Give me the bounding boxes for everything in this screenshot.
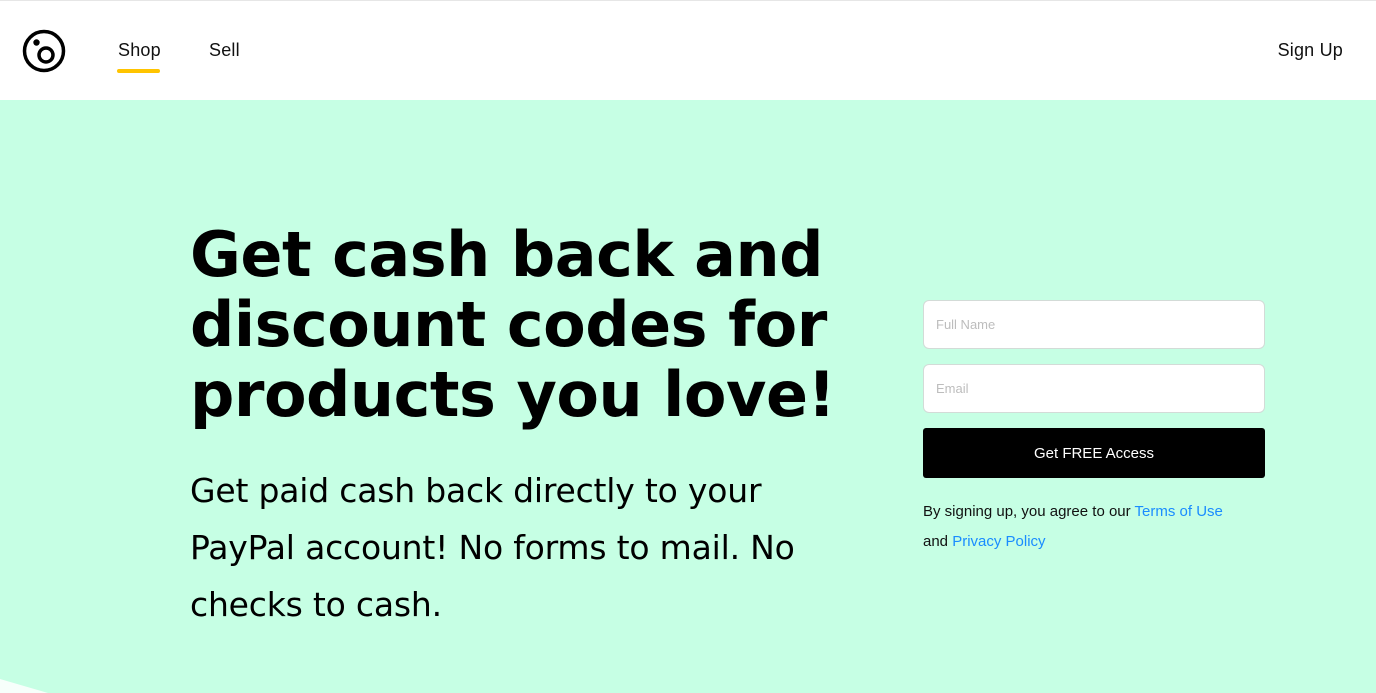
nav-sell[interactable]: Sell (209, 40, 240, 61)
full-name-input[interactable] (923, 300, 1265, 349)
legal-prefix: By signing up, you agree to our (923, 503, 1135, 520)
nav-shop[interactable]: Shop (118, 40, 161, 61)
privacy-policy-link[interactable]: Privacy Policy (952, 533, 1045, 550)
logo-icon[interactable] (22, 29, 66, 73)
get-free-access-button[interactable]: Get FREE Access (923, 428, 1265, 478)
sign-up-link[interactable]: Sign Up (1278, 40, 1343, 61)
hero-headline: Get cash back and discount codes for pro… (190, 218, 836, 431)
hero-section: Get cash back and discount codes for pro… (0, 100, 1376, 693)
page: Shop Sell Sign Up Get cash back and disc… (0, 0, 1376, 693)
active-nav-indicator (117, 69, 160, 73)
email-input[interactable] (923, 364, 1265, 413)
hero-subtext: Get paid cash back directly to your PayP… (190, 471, 795, 624)
terms-of-use-link[interactable]: Terms of Use (1135, 503, 1223, 520)
signup-form: Get FREE Access By signing up, you agree… (923, 300, 1265, 557)
top-header: Shop Sell Sign Up (0, 0, 1376, 100)
decorative-corner-shape (0, 679, 48, 693)
legal-and: and (923, 533, 953, 550)
legal-notice: By signing up, you agree to our Terms of… (923, 497, 1283, 557)
